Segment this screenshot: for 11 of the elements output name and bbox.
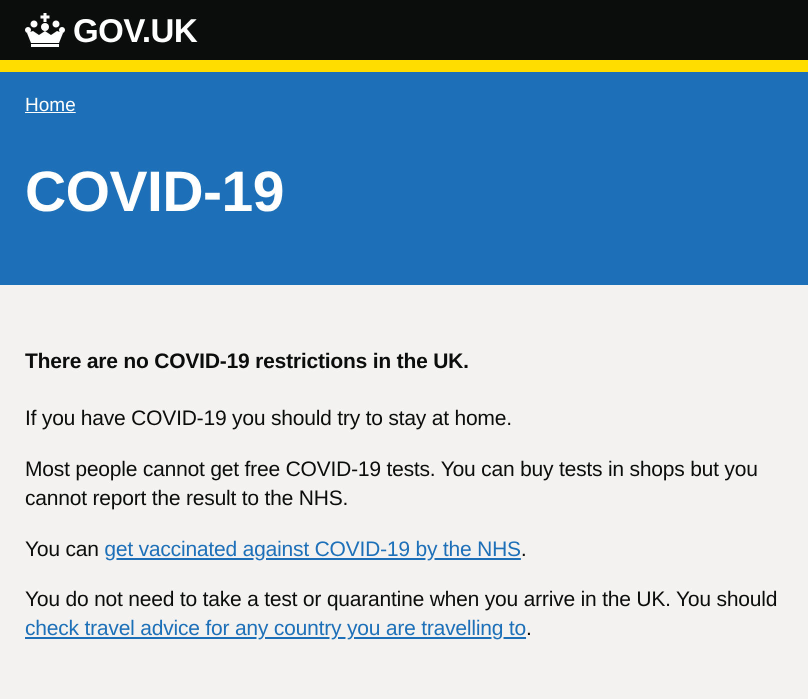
breadcrumb-link[interactable]: Home — [25, 95, 76, 116]
paragraph: You can get vaccinated against COVID-19 by the NHS. — [25, 536, 528, 563]
paragraph: If you have COVID-19 you should try to stay at home. — [25, 406, 513, 432]
text-link[interactable]: get vaccinated against COVID-19 by the NHS — [104, 538, 521, 561]
paragraph: You do not need to take a test or quarantine when you arrive in the UK. You should check travel advice for any country you are travelling to. — [25, 586, 778, 642]
govuk-logo[interactable]: GOV.UK — [25, 13, 198, 47]
text-link[interactable]: check travel advice for any country you are travelling to — [25, 617, 526, 640]
crown-icon — [25, 13, 65, 47]
paragraph: There are no COVID-19 restrictions in the UK. — [25, 349, 470, 375]
page-title: COVID-19 — [25, 160, 285, 224]
paragraph: Most people cannot get free COVID-19 tests. You can buy tests in shops but you cannot report the result to the NHS. — [25, 456, 759, 512]
